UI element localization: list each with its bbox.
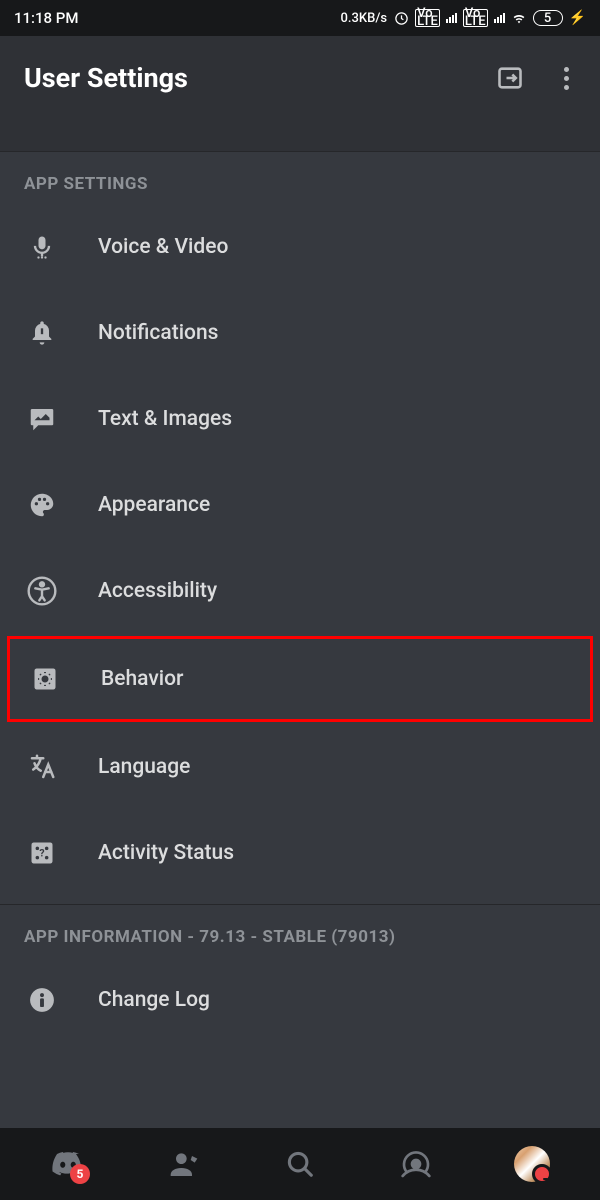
info-icon	[24, 982, 60, 1018]
settings-item-text-images[interactable]: Text & Images	[0, 376, 600, 462]
mic-icon	[24, 229, 60, 265]
status-right: 0.3KB/s VoLTE VoLTE 5 ⚡	[341, 9, 586, 27]
language-icon	[24, 749, 60, 785]
settings-item-behavior[interactable]: Behavior	[7, 636, 593, 722]
image-chat-icon	[24, 401, 60, 437]
nav-badge: 5	[70, 1164, 90, 1184]
bottom-nav: 5	[0, 1128, 600, 1200]
accessibility-icon	[24, 573, 60, 609]
item-label: Activity Status	[98, 841, 234, 865]
section-app-info: APP INFORMATION - 79.13 - STABLE (79013)	[0, 905, 600, 957]
item-label: Appearance	[98, 493, 210, 517]
battery-icon: 5	[533, 10, 563, 26]
more-options-button[interactable]	[552, 64, 580, 92]
header-gap	[0, 120, 600, 152]
dice-icon: ?	[24, 835, 60, 871]
settings-item-notifications[interactable]: Notifications	[0, 290, 600, 376]
nav-discord-icon[interactable]: 5	[48, 1144, 88, 1184]
settings-item-accessibility[interactable]: Accessibility	[0, 548, 600, 634]
item-label: Behavior	[101, 667, 183, 691]
volte-icon-2: VoLTE	[463, 9, 488, 27]
alarm-icon	[393, 10, 409, 26]
enter-icon[interactable]	[496, 64, 524, 92]
settings-item-voice-video[interactable]: Voice & Video	[0, 204, 600, 290]
volte-icon-1: VoLTE	[415, 9, 440, 27]
charging-icon: ⚡	[569, 10, 586, 26]
item-label: Notifications	[98, 321, 218, 345]
nav-search-icon[interactable]	[280, 1144, 320, 1184]
status-time: 11:18 PM	[14, 9, 78, 27]
item-label: Accessibility	[98, 579, 217, 603]
nav-mentions-icon[interactable]	[396, 1144, 436, 1184]
item-label: Text & Images	[98, 407, 232, 431]
status-bar: 11:18 PM 0.3KB/s VoLTE VoLTE 5 ⚡	[0, 0, 600, 36]
item-label: Change Log	[98, 988, 210, 1012]
signal-icon-2	[494, 13, 505, 23]
item-label: Language	[98, 755, 190, 779]
settings-item-change-log[interactable]: Change Log	[0, 957, 600, 1043]
svg-text:?: ?	[39, 847, 44, 860]
data-rate: 0.3KB/s	[341, 11, 388, 26]
item-label: Voice & Video	[98, 235, 228, 259]
page-title: User Settings	[24, 62, 188, 94]
settings-item-language[interactable]: Language	[0, 724, 600, 810]
user-avatar	[514, 1146, 550, 1182]
gear-box-icon	[27, 661, 63, 697]
settings-header: User Settings	[0, 36, 600, 120]
bell-icon	[24, 315, 60, 351]
section-app-settings: APP SETTINGS	[0, 152, 600, 204]
palette-icon	[24, 487, 60, 523]
nav-friends-icon[interactable]	[164, 1144, 204, 1184]
settings-item-activity-status[interactable]: ? Activity Status	[0, 810, 600, 896]
settings-item-appearance[interactable]: Appearance	[0, 462, 600, 548]
nav-avatar[interactable]	[512, 1144, 552, 1184]
wifi-icon	[511, 10, 527, 26]
signal-icon-1	[446, 13, 457, 23]
settings-content: APP SETTINGS Voice & Video Notifications…	[0, 152, 600, 1043]
